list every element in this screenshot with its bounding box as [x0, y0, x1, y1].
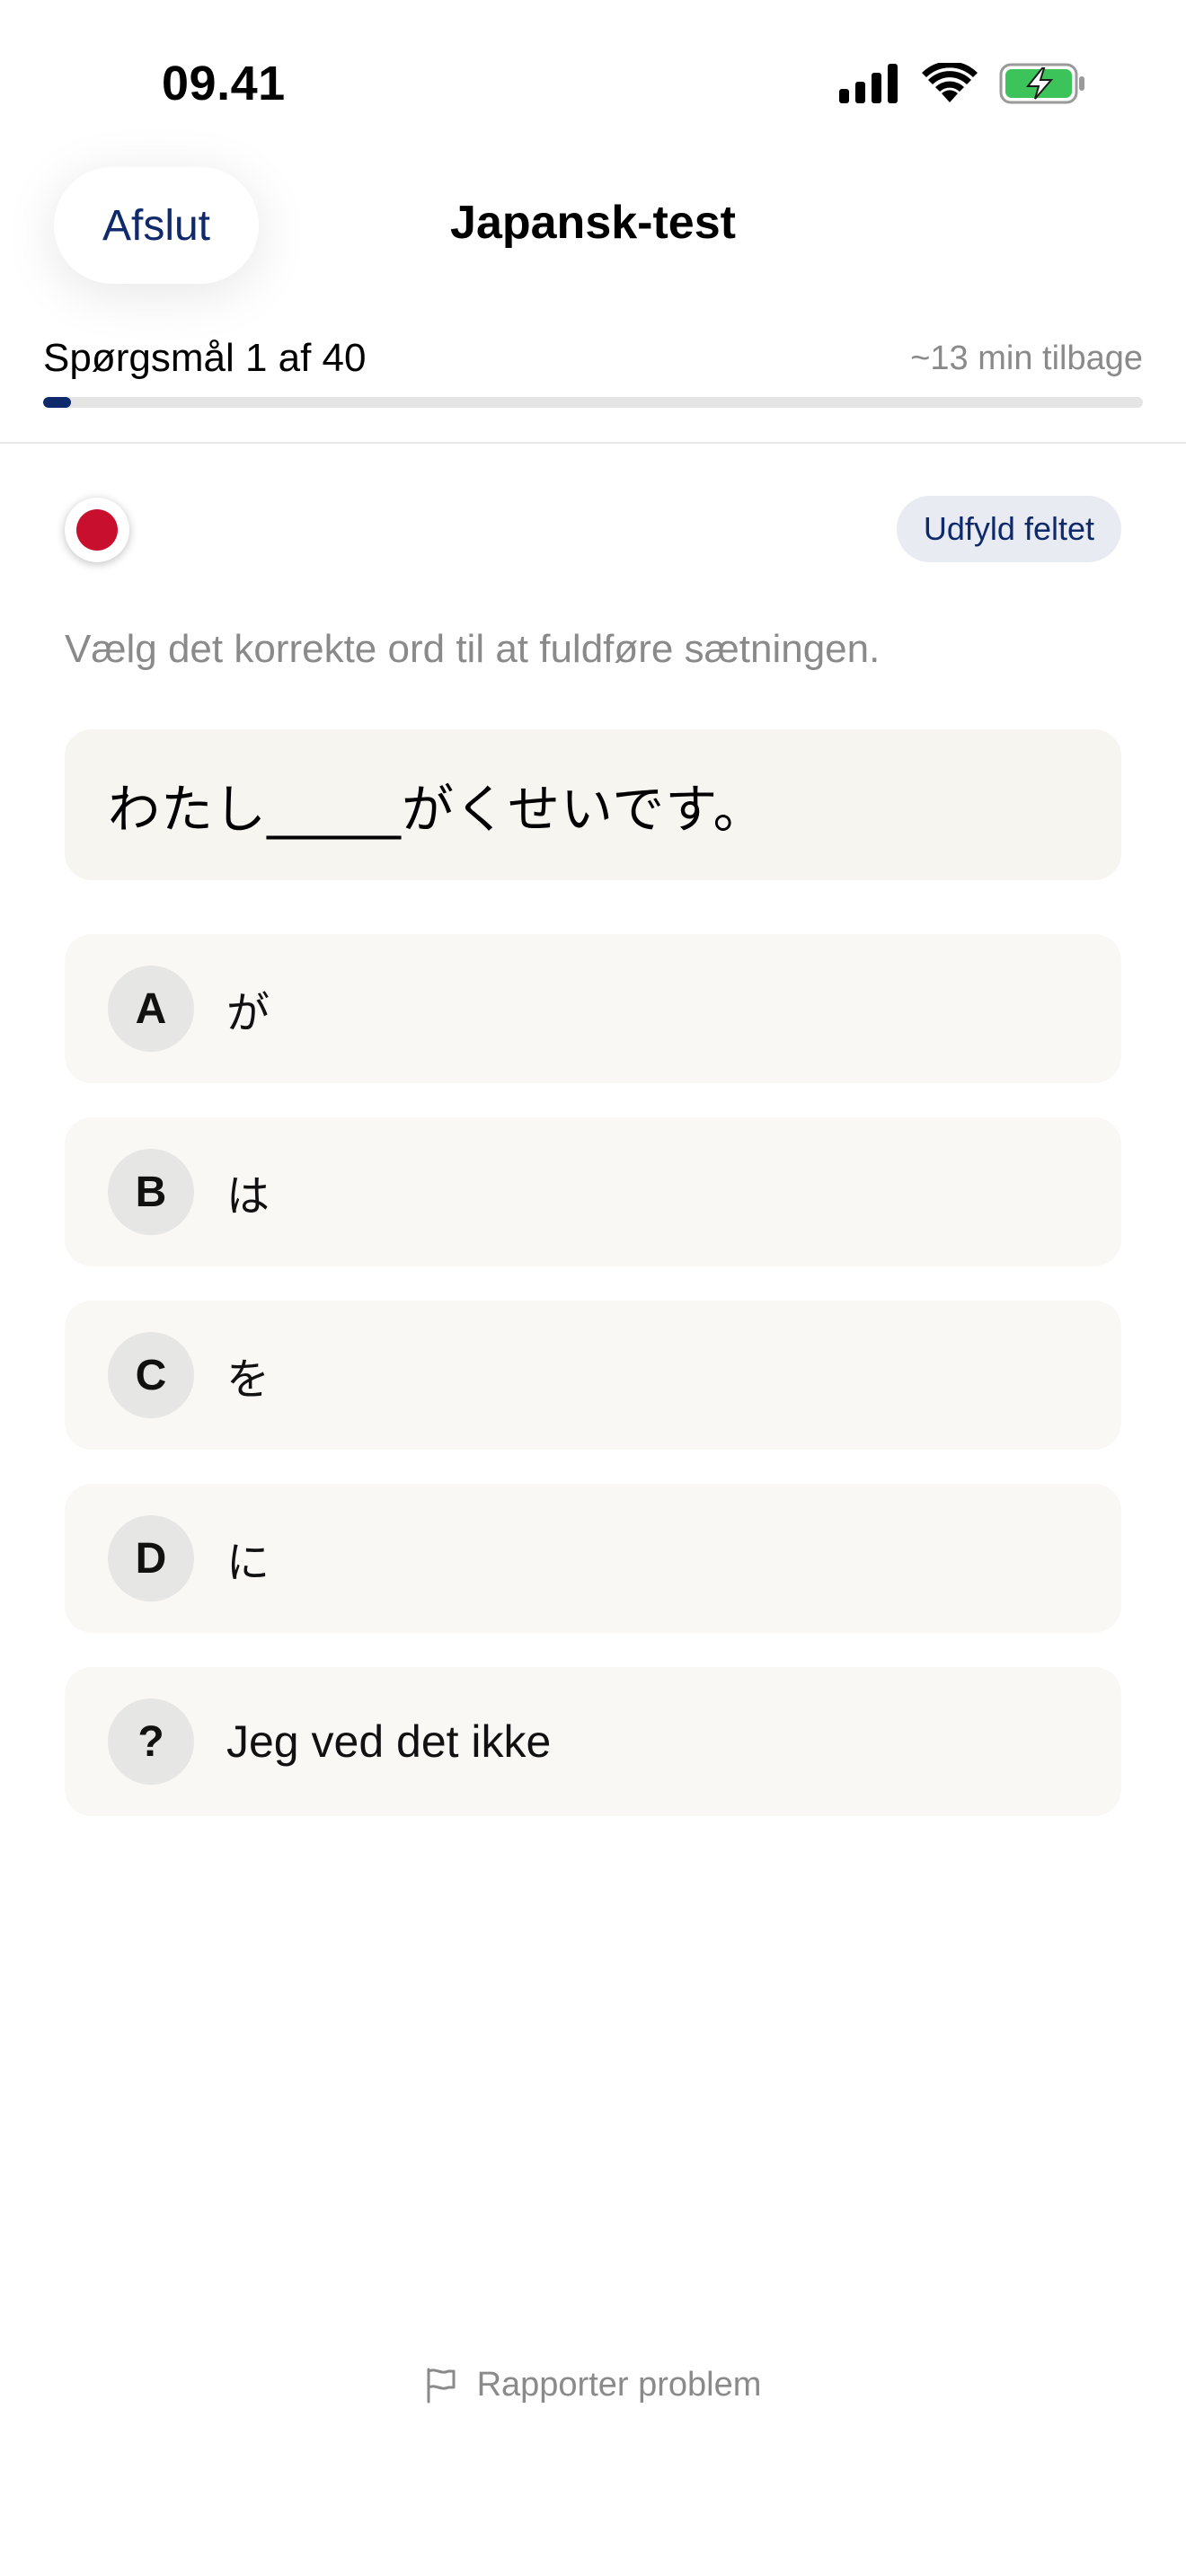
option-letter: A — [108, 966, 194, 1052]
status-icons — [839, 63, 1085, 104]
question-instruction: Vælg det korrekte ord til at fuldføre sæ… — [65, 627, 881, 671]
question-type-badge: Udfyld feltet — [896, 496, 1121, 562]
signal-icon — [839, 64, 898, 103]
question-mark-icon: ? — [108, 1698, 194, 1785]
header-divider — [0, 442, 1186, 444]
time-remaining: ~13 min tilbage — [910, 340, 1143, 377]
option-b[interactable]: B は — [65, 1117, 1121, 1266]
option-text: に — [226, 1538, 270, 1588]
quiz-screen: 09.41 Afslut Japansk-test Spørgsmål 1 af… — [0, 0, 1186, 2576]
question-counter: Spørgsmål 1 af 40 — [43, 336, 367, 380]
sentence-text: わたし_____がくせいです。 — [108, 779, 766, 840]
progress-bar-fill — [43, 397, 71, 408]
answer-options: A が B は C を D に ? Jeg ved det ikke — [65, 934, 1121, 1850]
report-problem-link[interactable]: Rapporter problem — [0, 2366, 1186, 2404]
progress-bar — [43, 397, 1143, 408]
page-title: Japansk-test — [450, 197, 736, 249]
option-letter: D — [108, 1515, 194, 1601]
option-letter: B — [108, 1149, 194, 1235]
report-problem-label: Rapporter problem — [476, 2366, 762, 2404]
option-text: Jeg ved det ikke — [226, 1716, 552, 1767]
option-text: が — [226, 988, 270, 1038]
japan-flag-icon — [65, 498, 129, 562]
flag-outline-icon — [427, 2368, 456, 2403]
question-sentence: わたし_____がくせいです。 — [65, 729, 1121, 880]
option-dont-know[interactable]: ? Jeg ved det ikke — [65, 1667, 1121, 1816]
option-letter: C — [108, 1332, 194, 1418]
option-text: を — [226, 1354, 270, 1405]
option-d[interactable]: D に — [65, 1484, 1121, 1633]
option-c[interactable]: C を — [65, 1301, 1121, 1450]
status-time: 09.41 — [162, 57, 286, 110]
option-a[interactable]: A が — [65, 934, 1121, 1083]
wifi-icon — [922, 63, 978, 102]
battery-charging-icon — [999, 63, 1084, 104]
option-text: は — [226, 1171, 270, 1222]
